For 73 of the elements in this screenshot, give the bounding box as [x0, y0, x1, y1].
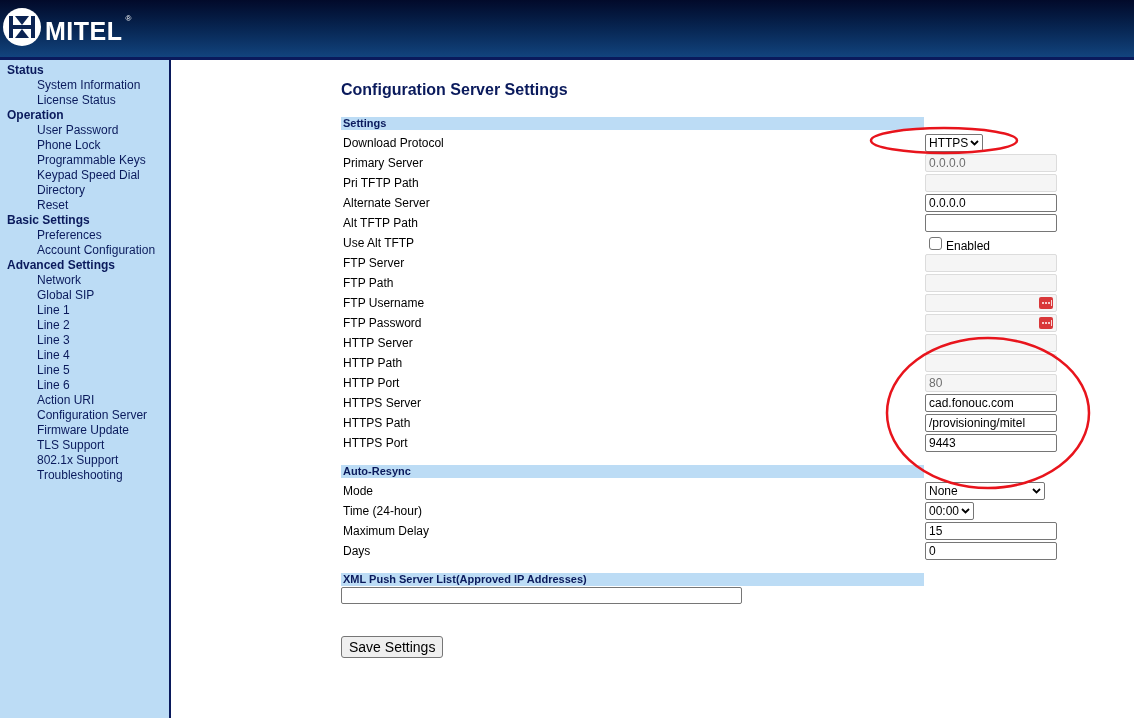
page-title: Configuration Server Settings: [341, 80, 569, 98]
section-header: Settings: [341, 117, 924, 130]
sidebar-link[interactable]: Network: [7, 273, 81, 288]
field-label: HTTPS Port: [342, 435, 409, 452]
input-field[interactable]: 0: [925, 542, 1057, 560]
input-field[interactable]: [925, 214, 1057, 232]
field-label: Days: [342, 543, 372, 560]
field-label: Mode: [342, 483, 375, 500]
checkbox-label: Enabled: [946, 239, 991, 253]
sidebar-link[interactable]: Global SIP: [7, 288, 95, 303]
input-field[interactable]: [341, 587, 742, 604]
chevron-down-icon: [961, 508, 971, 514]
field-label: FTP Password: [342, 315, 423, 332]
sidebar-link[interactable]: Firmware Update: [7, 423, 130, 438]
sidebar-link[interactable]: Keypad Speed Dial: [7, 168, 140, 183]
sidebar-link[interactable]: Line 2: [7, 318, 70, 333]
sidebar-link[interactable]: TLS Support: [7, 438, 105, 453]
field-label: FTP Server: [342, 255, 406, 272]
sidebar-link[interactable]: Reset: [7, 198, 69, 213]
sidebar-link[interactable]: License Status: [7, 93, 116, 108]
sidebar-heading: Advanced Settings: [7, 258, 117, 273]
field-label: HTTP Server: [342, 335, 414, 352]
save-settings-button[interactable]: Save Settings: [341, 636, 444, 658]
field-label: Alt TFTP Path: [342, 215, 419, 232]
sidebar-link[interactable]: System Information: [7, 78, 141, 93]
field-label: Pri TFTP Path: [342, 175, 420, 192]
sidebar-link[interactable]: Line 6: [7, 378, 70, 393]
registered-mark: ®: [125, 12, 132, 25]
input-field[interactable]: /provisioning/mitel: [925, 414, 1057, 432]
sidebar-link[interactable]: Line 1: [7, 303, 70, 318]
sidebar-heading: Operation: [7, 108, 65, 123]
sidebar-link[interactable]: Action URI: [7, 393, 95, 408]
sidebar-heading: Basic Settings: [7, 213, 91, 228]
brand-name: MITEL: [45, 15, 123, 47]
sidebar-link[interactable]: Preferences: [7, 228, 102, 243]
field-label: FTP Path: [342, 275, 395, 292]
field-label: FTP Username: [342, 295, 426, 312]
field-label: Download Protocol: [342, 135, 445, 152]
checkbox[interactable]: [929, 236, 942, 250]
input-field[interactable]: 9443: [925, 434, 1057, 452]
input-field[interactable]: 0.0.0.0: [925, 194, 1057, 212]
sidebar-link[interactable]: 802.1x Support: [7, 453, 119, 468]
sidebar-link[interactable]: Phone Lock: [7, 138, 101, 153]
field-label: Alternate Server: [342, 195, 431, 212]
field-label: HTTP Path: [342, 355, 404, 372]
field-label: Maximum Delay: [342, 523, 430, 540]
section-header: XML Push Server List(Approved IP Addresses): [341, 573, 924, 586]
sidebar-link[interactable]: Line 4: [7, 348, 70, 363]
sidebar-heading: Status: [7, 63, 45, 78]
dropdown[interactable]: 00:00: [925, 502, 975, 520]
field-label: Time (24-hour): [342, 503, 423, 520]
input-field[interactable]: 15: [925, 522, 1057, 540]
sidebar-link[interactable]: Programmable Keys: [7, 153, 146, 168]
chevron-down-icon: [1032, 488, 1041, 494]
field-label: HTTPS Path: [342, 415, 412, 432]
chevron-down-icon: [970, 140, 980, 146]
input-field[interactable]: cad.fonouc.com: [925, 394, 1057, 412]
sidebar-link[interactable]: Troubleshooting: [7, 468, 123, 483]
sidebar-link[interactable]: Line 5: [7, 363, 70, 378]
field-label: Primary Server: [342, 155, 424, 172]
sidebar-link[interactable]: Directory: [7, 183, 85, 198]
password-key-icon: [1039, 297, 1053, 309]
sidebar-link[interactable]: Configuration Server: [7, 408, 148, 423]
password-key-icon: [1039, 317, 1053, 329]
dropdown[interactable]: HTTPS: [925, 134, 984, 152]
field-label: HTTP Port: [342, 375, 401, 392]
sidebar-link[interactable]: Account Configuration: [7, 243, 156, 258]
section-header: Auto-Resync: [341, 465, 924, 478]
sidebar-link[interactable]: User Password: [7, 123, 119, 138]
field-label: Use Alt TFTP: [342, 235, 416, 252]
dropdown[interactable]: None: [925, 482, 1045, 500]
sidebar-link[interactable]: Line 3: [7, 333, 70, 348]
field-label: HTTPS Server: [342, 395, 422, 412]
